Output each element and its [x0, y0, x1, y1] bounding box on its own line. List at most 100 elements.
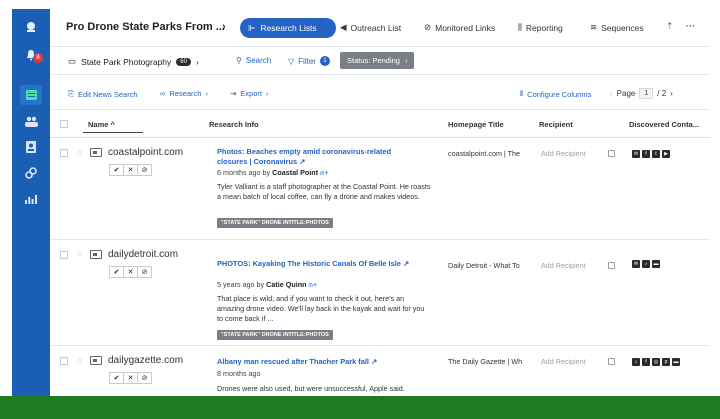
column-research-info[interactable]: Research Info — [209, 120, 259, 129]
tab-label: Sequences — [601, 22, 644, 33]
music-icon[interactable]: ♪ — [642, 260, 650, 268]
column-recipient[interactable]: Recipient — [539, 120, 573, 129]
block-button[interactable]: ⊘ — [137, 266, 152, 278]
link-icon: ⊘ — [424, 22, 432, 32]
reject-button[interactable]: ✕ — [123, 164, 138, 176]
column-homepage-title[interactable]: Homepage Title — [448, 120, 504, 129]
main-panel: Pro Drone State Parks From ... › ⊫ Resea… — [50, 9, 710, 397]
email-icon[interactable]: ✉ — [632, 260, 640, 268]
instagram-icon[interactable]: ◎ — [652, 358, 660, 366]
twitter-icon[interactable]: t — [652, 150, 660, 158]
table-row[interactable]: ☆ dailygazette.com ✔ ✕ ⊘ Albany man resc… — [50, 346, 710, 397]
homepage-title: coastalpoint.com | The — [448, 149, 521, 158]
approve-button[interactable]: ✔ — [109, 372, 124, 384]
app-frame: 8 Pro Drone State Parks From ... › ⊫ Res… — [0, 0, 720, 419]
article-title-link[interactable]: Albany man rescued after Thacher Park fa… — [217, 357, 417, 367]
row-checkbox[interactable] — [60, 357, 68, 365]
article-title-link[interactable]: Photos: Beaches empty amid coronavirus-r… — [217, 147, 417, 166]
reject-button[interactable]: ✕ — [123, 266, 138, 278]
list-icon[interactable] — [20, 85, 42, 105]
block-button[interactable]: ⊘ — [137, 372, 152, 384]
row-action-buttons: ✔ ✕ ⊘ — [109, 372, 152, 384]
row-domain[interactable]: dailydetroit.com — [108, 249, 178, 260]
tab-sequences[interactable]: ≋ Sequences — [590, 22, 644, 33]
list-selector[interactable]: ▭ State Park Photography 60 › — [68, 56, 199, 67]
article-meta: 6 months ago by Coastal Point ⍝+ — [217, 168, 329, 178]
article-title-text: PHOTOS: Kayaking The Historic Canals Of … — [217, 259, 401, 268]
youtube-icon[interactable]: ▶ — [662, 150, 670, 158]
tab-reporting[interactable]: ⫼ Reporting — [518, 22, 563, 33]
article-age: 6 months ago by — [217, 168, 271, 177]
row-domain[interactable]: dailygazette.com — [108, 355, 183, 366]
row-checkbox[interactable] — [60, 149, 68, 157]
table-row[interactable]: ☆ coastalpoint.com ✔ ✕ ⊘ Photos: Beaches… — [50, 138, 710, 240]
recipient-card-icon[interactable] — [608, 262, 615, 269]
people-icon[interactable] — [20, 111, 42, 131]
article-author[interactable]: Catie Quinn — [266, 280, 306, 289]
facebook-icon[interactable]: f — [642, 150, 650, 158]
more-icon[interactable]: ··· — [686, 21, 695, 31]
discovered-contacts: ✉ f t ▶ — [632, 150, 670, 158]
filter-icon: ▽ — [288, 56, 295, 66]
chevron-right-icon[interactable]: › — [222, 21, 226, 33]
email-icon[interactable]: ✉ — [632, 150, 640, 158]
chevron-right-icon[interactable]: › — [670, 89, 673, 98]
bar-chart-icon[interactable] — [20, 189, 42, 209]
add-person-icon[interactable]: ⍝+ — [320, 168, 329, 177]
table-row[interactable]: ☆ dailydetroit.com ✔ ✕ ⊘ PHOTOS: Kayakin… — [50, 240, 710, 346]
pagination: ‹ Page 1 / 2 › — [610, 88, 673, 99]
research-button[interactable]: ∞ Research › — [160, 89, 208, 98]
add-recipient-link[interactable]: Add Recipient — [541, 261, 586, 270]
add-recipient-link[interactable]: Add Recipient — [541, 357, 586, 366]
page-input[interactable]: 1 — [639, 88, 654, 99]
approve-button[interactable]: ✔ — [109, 164, 124, 176]
star-icon[interactable]: ☆ — [76, 250, 83, 259]
add-person-icon[interactable]: ⍝+ — [309, 280, 318, 289]
block-button[interactable]: ⊘ — [137, 164, 152, 176]
search-label: Search — [245, 56, 272, 65]
filter-button[interactable]: ▽ Filter 1 — [288, 56, 330, 66]
chevron-right-icon: › — [205, 89, 208, 98]
list-name: State Park Photography — [81, 56, 172, 67]
column-name[interactable]: Name ^ — [88, 120, 115, 129]
export-button[interactable]: ⇥ Export › — [230, 89, 268, 98]
star-icon[interactable]: ☆ — [76, 356, 83, 365]
tab-research-lists[interactable]: ⊫ Research Lists — [240, 18, 336, 38]
article-age: 8 months ago — [217, 369, 261, 378]
edit-news-search-button[interactable]: ⎘ Edit News Search — [68, 89, 138, 99]
recipient-card-icon[interactable] — [608, 358, 615, 365]
column-discovered-contacts[interactable]: Discovered Conta... — [629, 120, 699, 129]
export-icon: ⇥ — [230, 89, 237, 98]
project-title[interactable]: Pro Drone State Parks From ... — [66, 21, 225, 33]
configure-columns-button[interactable]: ⫴ Configure Columns — [520, 89, 591, 99]
select-all-checkbox[interactable] — [60, 120, 68, 128]
tab-monitored-links[interactable]: ⊘ Monitored Links — [424, 22, 495, 33]
facebook-icon[interactable]: f — [642, 358, 650, 366]
upload-icon[interactable]: ⇡ — [666, 21, 674, 32]
approve-button[interactable]: ✔ — [109, 266, 124, 278]
article-snippet: Drones were also used, but were unsucces… — [217, 384, 405, 393]
search-icon: ⚲ — [236, 56, 242, 65]
tab-label: Outreach List — [350, 22, 402, 33]
list-count-badge: 60 — [176, 57, 191, 66]
card-icon[interactable]: ▬ — [652, 260, 660, 268]
music-icon[interactable]: ♪ — [632, 358, 640, 366]
article-author[interactable]: Coastal Point — [272, 168, 318, 177]
link-icon[interactable] — [20, 163, 42, 183]
recipient-card-icon[interactable] — [608, 150, 615, 157]
page-total: / 2 — [657, 89, 667, 98]
search-button[interactable]: ⚲ Search — [236, 56, 271, 65]
reject-button[interactable]: ✕ — [123, 372, 138, 384]
star-icon[interactable]: ☆ — [76, 148, 83, 157]
add-recipient-link[interactable]: Add Recipient — [541, 149, 586, 158]
status-filter-chip[interactable]: Status: Pending › — [340, 52, 415, 69]
tab-outreach-list[interactable]: ◀ Outreach List — [340, 22, 401, 33]
contact-card-icon[interactable] — [20, 137, 42, 157]
chevron-left-icon[interactable]: ‹ — [610, 89, 613, 98]
row-domain[interactable]: coastalpoint.com — [108, 147, 183, 158]
logo-icon[interactable] — [20, 17, 42, 37]
row-checkbox[interactable] — [60, 251, 68, 259]
card-icon[interactable]: ▬ — [672, 358, 680, 366]
pinterest-icon[interactable]: p — [662, 358, 670, 366]
article-title-link[interactable]: PHOTOS: Kayaking The Historic Canals Of … — [217, 259, 417, 269]
